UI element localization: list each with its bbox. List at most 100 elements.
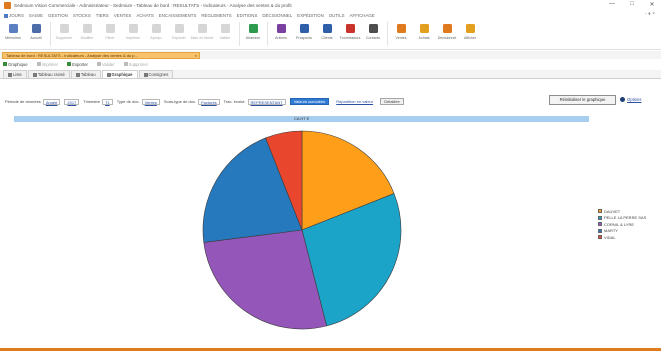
document-tab[interactable]: Tableau de bord : RESULTATS - Indicateur… — [2, 52, 200, 59]
maximize-button[interactable]: □ — [627, 1, 637, 8]
period-select[interactable]: Année — [42, 98, 61, 105]
axis-select[interactable]: REPRESENTANT — [247, 98, 286, 105]
legend-label: MARTY — [604, 228, 618, 234]
tab-view-2[interactable]: Tableau — [70, 70, 101, 78]
menu-item-2[interactable]: GESTION — [48, 13, 68, 18]
action-2[interactable]: Exporter — [67, 62, 88, 67]
options-link[interactable]: Options — [620, 97, 641, 103]
toolbar-button-0[interactable]: Mémoires — [2, 20, 24, 48]
toolbar-button-label: Aperçu — [150, 36, 162, 40]
tab-view-0[interactable]: Liste — [3, 70, 27, 78]
close-tab-icon[interactable]: × — [195, 53, 197, 58]
pie-chart — [202, 130, 402, 330]
close-button[interactable]: ✕ — [647, 1, 657, 8]
toolbar-button-icon — [174, 24, 184, 33]
app-logo-icon — [4, 2, 11, 9]
value-distribution-button[interactable]: Répartition en valeur — [332, 98, 377, 105]
toolbar-button-5[interactable]: Imprimer — [122, 20, 144, 48]
toolbar-button-label: Prospects — [296, 36, 312, 40]
legend-swatch — [598, 215, 602, 220]
menu-item-1[interactable]: SAISIE — [29, 13, 43, 18]
toolbar-button-icon — [345, 24, 355, 33]
toolbar-button-label: Exporter — [172, 36, 186, 40]
toolbar-button-11[interactable]: Articles — [270, 20, 292, 48]
minimize-button[interactable]: — — [607, 1, 617, 8]
toolbar-button-icon — [248, 24, 258, 33]
menu-item-label: ACHATS — [136, 13, 154, 18]
view-tab-label: Consignes — [148, 72, 169, 77]
window-title: Sedmium Vision Commerciale - Administrat… — [14, 3, 292, 8]
toolbar-button-label: Filtrer — [105, 36, 115, 40]
toolbar-button-4[interactable]: Filtrer — [99, 20, 121, 48]
toolbar-button-13[interactable]: Clients — [316, 20, 338, 48]
toolbar-button-16[interactable]: Ventes — [390, 20, 412, 48]
action-icon — [67, 62, 72, 67]
toolbar-button-12[interactable]: Prospects — [293, 20, 315, 48]
toolbar-button-18[interactable]: Décisionnel — [436, 20, 458, 48]
action-4[interactable]: Supprimer — [123, 61, 148, 67]
doc-subtype-select[interactable]: Factures — [198, 98, 220, 105]
action-bar: Graphique Imprimer Exporter Valider Supprime… — [0, 60, 661, 68]
menu-item-12[interactable]: OUTILS — [329, 13, 345, 18]
view-tabs: Liste Tableau croisé Tableau Graphique Consi… — [0, 70, 661, 79]
detailed-button[interactable]: Détaillée — [380, 98, 404, 105]
toolbar-button-19[interactable]: Afficher — [459, 20, 481, 48]
toolbar-button-icon — [151, 24, 161, 33]
tab-view-1[interactable]: Tableau croisé — [27, 70, 70, 78]
menubar-window-controls[interactable]: - ♦ × — [645, 11, 655, 17]
trimester-select[interactable]: T1 — [102, 98, 113, 105]
action-icon — [3, 62, 7, 67]
menu-item-11[interactable]: EXPÉDITION — [297, 13, 324, 18]
action-label: Imprimer — [41, 61, 59, 67]
action-3[interactable]: Valider — [96, 62, 115, 67]
menu-item-10[interactable]: DÉCISIONNEL — [262, 13, 292, 18]
menu-item-6[interactable]: ACHATS — [136, 13, 153, 18]
menu-item-label: TIERS — [95, 13, 109, 18]
toolbar-button-label: Mise en forme — [190, 36, 214, 40]
view-tab-icon — [75, 72, 80, 77]
action-label: Supprimer — [128, 61, 148, 67]
action-1[interactable]: Imprimer — [36, 61, 59, 67]
toolbar-button-6[interactable]: Aperçu — [145, 20, 167, 48]
cumulative-values-button[interactable]: Valeurs cumulées — [289, 98, 330, 105]
toolbar-button-2[interactable]: Supprimer — [53, 20, 75, 48]
toolbar-button-icon — [368, 24, 378, 33]
toolbar-button-icon — [31, 24, 41, 33]
menu-item-13[interactable]: AFFICHAGE — [350, 13, 375, 18]
menu-item-3[interactable]: STOCKS — [73, 13, 91, 18]
year-select[interactable]: 2017 — [64, 98, 80, 105]
menu-item-5[interactable]: VENTES — [114, 13, 132, 18]
toolbar-button-10[interactable]: Abandon — [242, 20, 264, 48]
toolbar-button-7[interactable]: Exporter — [168, 20, 190, 48]
menu-item-label: GESTION — [48, 13, 68, 18]
tab-view-3[interactable]: Graphique — [101, 70, 138, 78]
menu-item-0[interactable]: JOURS — [4, 13, 24, 18]
toolbar-button-8[interactable]: Mise en forme — [191, 20, 213, 48]
menu-item-label: VENTES — [113, 13, 132, 18]
menu-item-7[interactable]: ENCAISSEMENTS — [159, 13, 197, 18]
legend-label: DAUVET — [604, 208, 621, 214]
tab-view-4[interactable]: Consignes — [138, 70, 174, 78]
toolbar-button-9[interactable]: Valider — [214, 20, 236, 48]
toolbar-button-icon — [276, 24, 286, 33]
menu-item-9[interactable]: EDITIONS — [237, 13, 258, 18]
legend-item-4: VIDAL — [598, 234, 646, 241]
action-icon — [96, 62, 101, 67]
toolbar-button-3[interactable]: Modifier — [76, 20, 98, 48]
menu-item-4[interactable]: TIERS — [96, 13, 109, 18]
toolbar-button-label: Articles — [275, 36, 287, 40]
toolbar-button-label: Fournisseurs — [339, 36, 361, 40]
toolbar-button-14[interactable]: Fournisseurs — [339, 20, 361, 48]
toolbar-button-icon — [128, 24, 138, 33]
view-tab-label: Tableau croisé — [37, 72, 65, 77]
reset-chart-button[interactable]: Réinitialiser le graphique — [549, 95, 616, 105]
toolbar-button-label: Accueil — [30, 36, 42, 40]
doc-type-select[interactable]: Ventes — [141, 98, 160, 105]
menu-item-8[interactable]: RÈGLEMENTS — [201, 13, 231, 18]
toolbar-button-label: Abandon — [245, 36, 261, 40]
trimester-label: Trimestre — [83, 99, 101, 104]
toolbar-button-17[interactable]: Achats — [413, 20, 435, 48]
toolbar-button-15[interactable]: Contacts — [362, 20, 384, 48]
action-0[interactable]: Graphique — [3, 62, 28, 67]
toolbar-button-1[interactable]: Accueil — [25, 20, 47, 48]
